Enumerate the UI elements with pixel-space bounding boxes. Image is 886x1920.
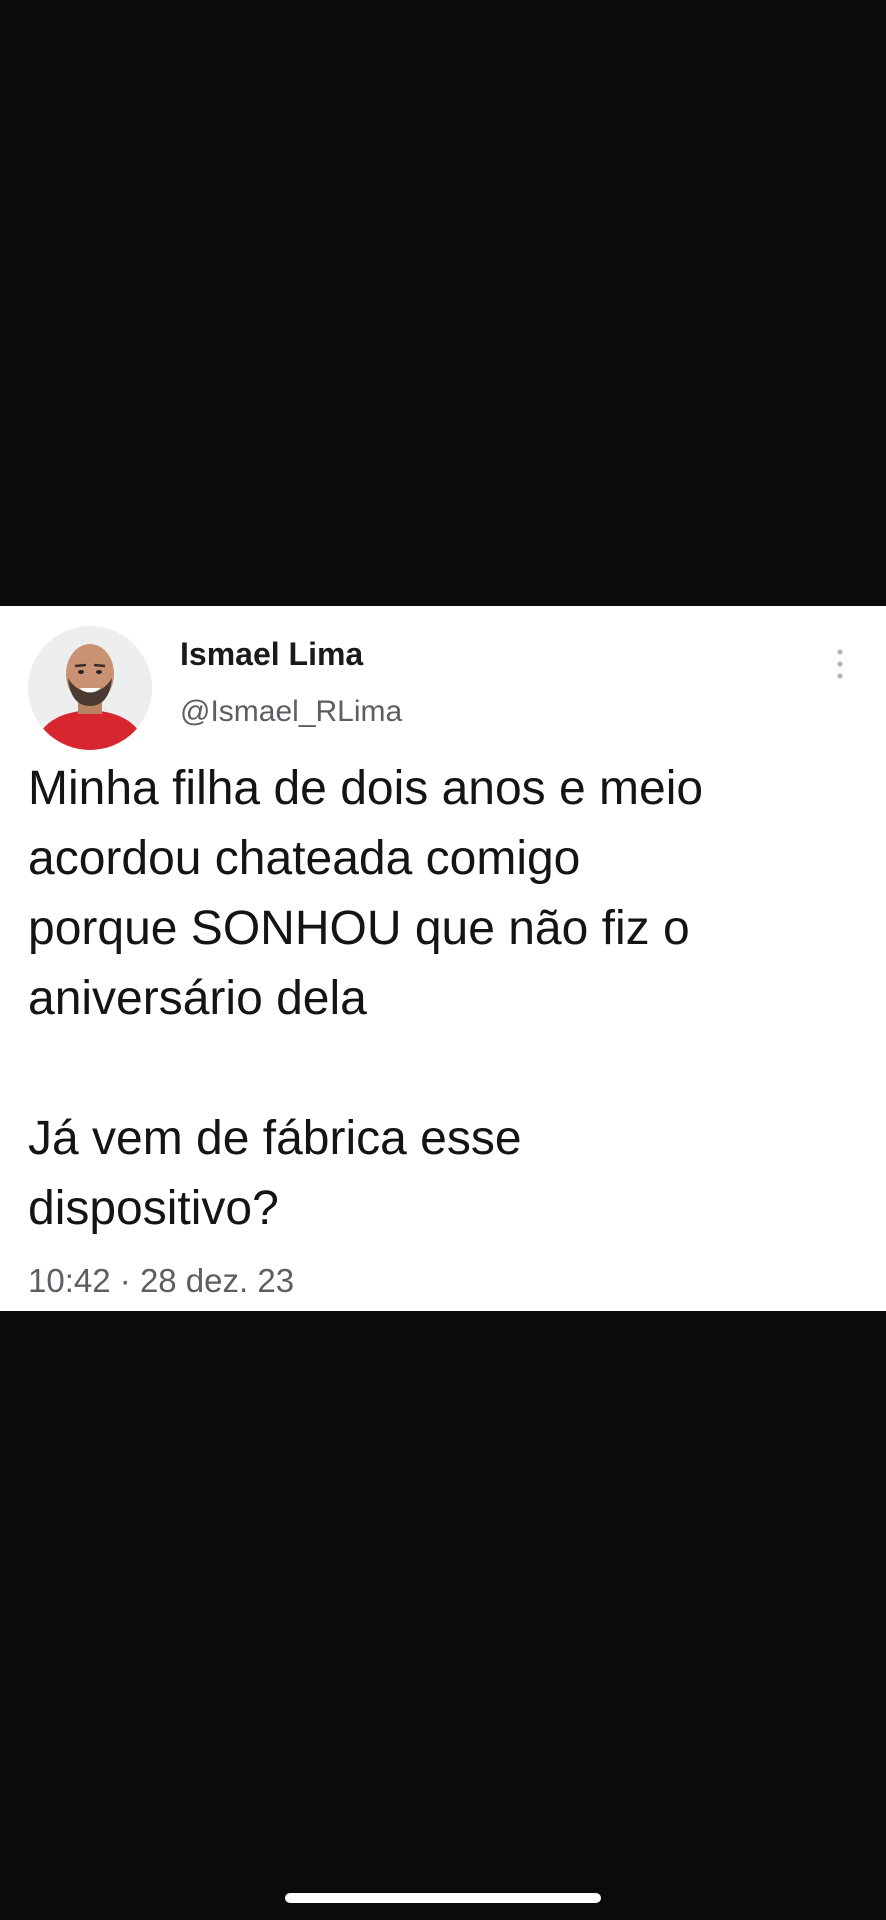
- tweet-text-line: aniversário dela: [28, 972, 367, 1025]
- tweet-text-line: acordou chateada comigo: [28, 832, 581, 885]
- home-indicator[interactable]: [285, 1893, 601, 1903]
- user-handle[interactable]: @Ismael_RLima: [180, 695, 402, 729]
- avatar[interactable]: [28, 626, 152, 750]
- tweet-text-line: Já vem de fábrica esse: [28, 1112, 522, 1165]
- display-name[interactable]: Ismael Lima: [180, 636, 363, 673]
- screen: Ismael Lima @Ismael_RLima Minha filha de…: [0, 0, 886, 1920]
- tweet-text-line: dispositivo?: [28, 1182, 279, 1235]
- more-vertical-icon[interactable]: [828, 644, 852, 684]
- tweet-text-line: Minha filha de dois anos e meio: [28, 762, 704, 815]
- tweet-timestamp[interactable]: 10:42 · 28 dez. 23: [28, 1262, 294, 1300]
- tweet-text-line: porque SONHOU que não fiz o: [28, 902, 690, 955]
- avatar-photo: [28, 626, 152, 750]
- tweet-date: 28 dez. 23: [139, 1262, 295, 1299]
- tweet-text: Minha filha de dois anos e meio acordou …: [28, 754, 868, 1244]
- tweet-time: 10:42: [28, 1262, 111, 1299]
- tweet-card[interactable]: Ismael Lima @Ismael_RLima Minha filha de…: [0, 606, 886, 1311]
- separator-dot: ·: [119, 1262, 131, 1299]
